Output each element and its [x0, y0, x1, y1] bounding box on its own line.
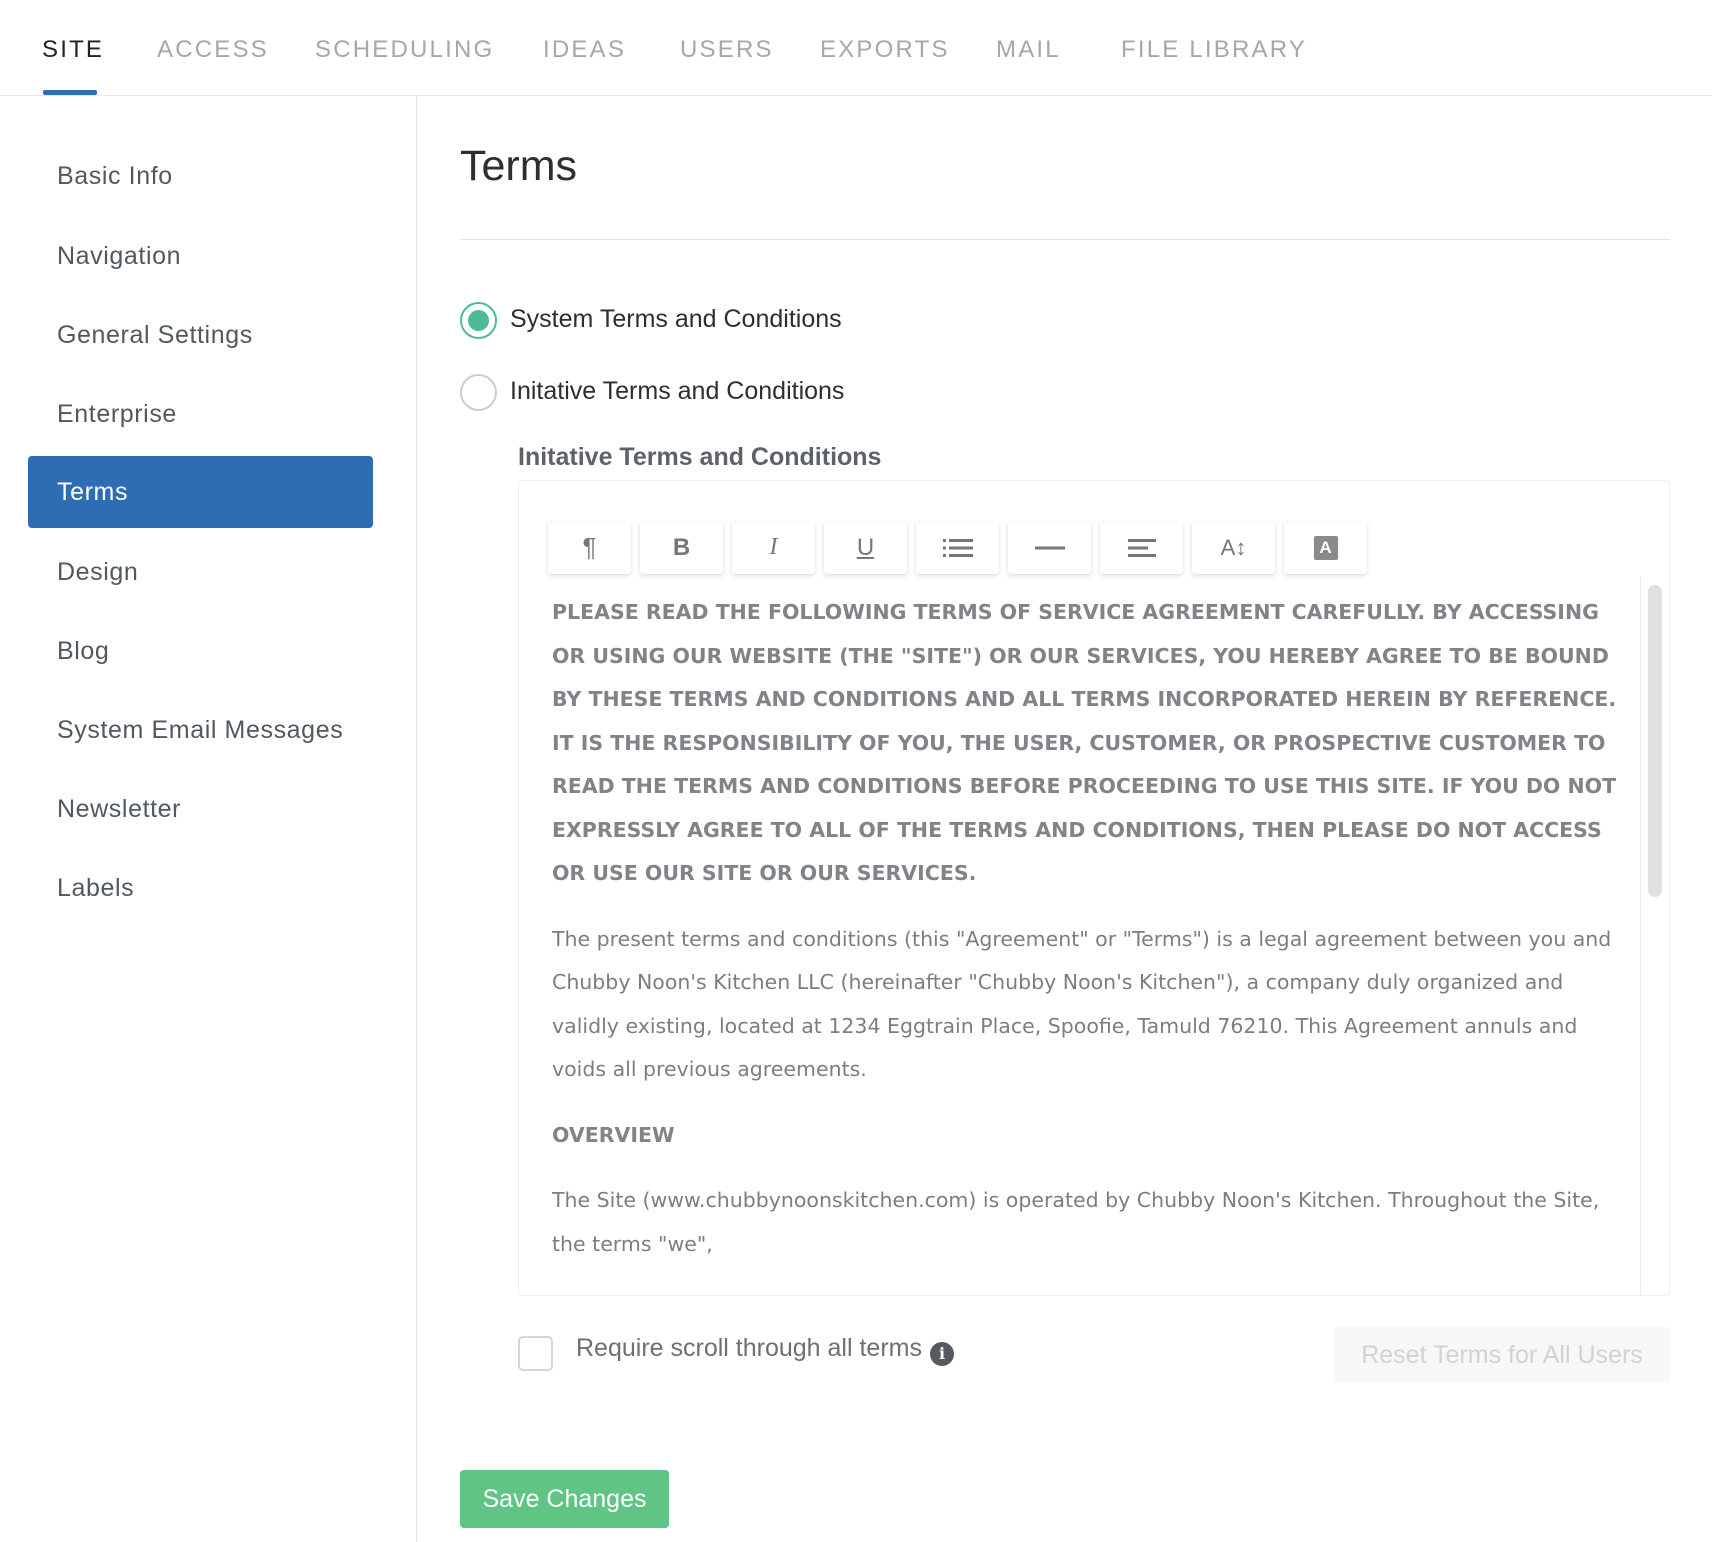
tab-users[interactable]: USERS [680, 36, 774, 64]
scrollbar-thumb[interactable] [1648, 585, 1662, 897]
bold-button[interactable]: B [640, 521, 723, 574]
sidebar-item-design[interactable]: Design [28, 536, 373, 608]
sidebar-item-enterprise[interactable]: Enterprise [28, 378, 373, 450]
editor-content[interactable]: PLEASE READ THE FOLLOWING TERMS OF SERVI… [552, 571, 1622, 1295]
reset-terms-button[interactable]: Reset Terms for All Users [1334, 1327, 1670, 1383]
sidebar-item-basic-info[interactable]: Basic Info [28, 140, 373, 212]
sidebar-item-newsletter[interactable]: Newsletter [28, 773, 373, 845]
font-color-button[interactable]: A [1284, 521, 1367, 574]
sidebar-item-system-email-messages[interactable]: System Email Messages [28, 694, 373, 766]
sidebar-item-general-settings[interactable]: General Settings [28, 299, 373, 371]
system-terms-label[interactable]: System Terms and Conditions [510, 305, 842, 334]
horizontal-rule-button[interactable] [1008, 521, 1091, 574]
sidebar-item-blog[interactable]: Blog [28, 615, 373, 687]
system-terms-radio[interactable] [460, 302, 497, 339]
paragraph-icon: ¶ [582, 532, 597, 562]
terms-paragraph: The Site (www.chubbynoonskitchen.com) is… [552, 1188, 1600, 1256]
underline-button[interactable]: U [824, 521, 907, 574]
top-tab-bar: SITE ACCESS SCHEDULING IDEAS USERS EXPOR… [0, 0, 1712, 96]
list-icon [942, 538, 973, 557]
overview-heading: OVERVIEW [552, 1122, 675, 1147]
info-icon[interactable]: i [930, 1342, 954, 1366]
tab-scheduling[interactable]: SCHEDULING [315, 36, 494, 64]
underline-icon: U [856, 533, 875, 561]
tab-access[interactable]: ACCESS [157, 36, 269, 64]
sidebar-item-terms[interactable]: Terms [28, 456, 373, 528]
initiative-terms-label[interactable]: Initative Terms and Conditions [510, 377, 844, 406]
active-tab-indicator [43, 90, 97, 95]
italic-icon: I [769, 534, 778, 560]
require-scroll-checkbox[interactable] [518, 1336, 553, 1371]
list-button[interactable] [916, 521, 999, 574]
font-size-icon: A↕ [1220, 534, 1247, 560]
editor-heading: Initative Terms and Conditions [518, 443, 882, 471]
tab-exports[interactable]: EXPORTS [820, 36, 950, 64]
tab-site[interactable]: SITE [42, 36, 104, 64]
align-button[interactable] [1100, 521, 1183, 574]
bold-icon: B [672, 533, 691, 561]
title-divider [460, 239, 1670, 240]
sidebar-item-labels[interactable]: Labels [28, 852, 373, 924]
save-changes-button[interactable]: Save Changes [460, 1470, 669, 1528]
font-color-icon: A [1313, 535, 1338, 560]
horizontal-rule-icon [1034, 546, 1065, 549]
sidebar-item-navigation[interactable]: Navigation [28, 220, 373, 292]
align-icon [1127, 538, 1156, 557]
font-size-button[interactable]: A↕ [1192, 521, 1275, 574]
paragraph-button[interactable]: ¶ [548, 521, 631, 574]
terms-caps-paragraph: PLEASE READ THE FOLLOWING TERMS OF SERVI… [552, 600, 1617, 885]
editor-scrollbar[interactable] [1640, 577, 1666, 1295]
page-title: Terms [460, 142, 578, 190]
tab-mail[interactable]: MAIL [996, 36, 1061, 64]
require-scroll-label[interactable]: Require scroll through all terms [576, 1334, 922, 1363]
rich-text-editor: ¶ B I U A↕ A PLEASE READ THE FOLLOWING T… [518, 480, 1670, 1296]
initiative-terms-radio[interactable] [460, 374, 497, 411]
tab-file-library[interactable]: FILE LIBRARY [1121, 36, 1307, 64]
sidebar: Basic Info Navigation General Settings E… [0, 96, 417, 1542]
terms-paragraph: The present terms and conditions (this "… [552, 926, 1612, 1082]
tab-ideas[interactable]: IDEAS [543, 36, 626, 64]
italic-button[interactable]: I [732, 521, 815, 574]
